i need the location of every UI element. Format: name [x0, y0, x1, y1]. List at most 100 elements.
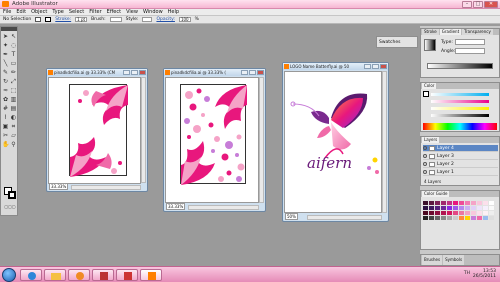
menu-help[interactable]: Help: [168, 9, 179, 15]
artboard-2[interactable]: [180, 84, 247, 185]
swatches-collapsed-panel[interactable]: Swatches: [376, 36, 418, 48]
graph-tool-icon[interactable]: ▥: [10, 96, 17, 103]
document-2-maximize-button[interactable]: [249, 70, 256, 75]
black-slider[interactable]: [431, 114, 489, 117]
crop-tool-icon[interactable]: ⌗: [10, 123, 17, 130]
gradient-type-dropdown[interactable]: [455, 39, 485, 45]
magic-wand-tool-icon[interactable]: ✦: [2, 42, 9, 49]
layer-row-2[interactable]: Layer 2: [423, 161, 498, 168]
document-2-canvas[interactable]: [165, 77, 259, 203]
document-1-canvas[interactable]: [48, 77, 141, 184]
document-2-title-bar[interactable]: pinadkdcfilia.ai @ 33.33% (: [164, 69, 265, 76]
cyan-slider[interactable]: [431, 93, 489, 96]
rotate-tool-icon[interactable]: ↻: [2, 78, 9, 85]
document-2-vertical-scrollbar[interactable]: [259, 77, 264, 203]
document-window-3[interactable]: LOGO Name Batterfly.ai @ 50 aifern 50%: [282, 62, 389, 222]
close-button[interactable]: ✕: [484, 1, 498, 8]
blend-tool-icon[interactable]: ◐: [10, 114, 17, 121]
layer-row-3[interactable]: Layer 3: [423, 153, 498, 160]
gradient-thumbnail[interactable]: [424, 39, 436, 51]
fill-swatch[interactable]: [35, 17, 42, 22]
taskbar-internet-explorer[interactable]: [20, 269, 42, 281]
symbol-sprayer-tool-icon[interactable]: ✿: [2, 96, 9, 103]
yellow-slider[interactable]: [431, 107, 489, 110]
maximize-button[interactable]: □: [473, 1, 483, 8]
opacity-field[interactable]: 100: [178, 17, 191, 22]
menu-object[interactable]: Object: [31, 9, 47, 15]
gradient-slider[interactable]: [427, 63, 493, 69]
document-2-minimize-button[interactable]: [241, 70, 248, 75]
document-3-zoom-level[interactable]: 50%: [285, 213, 298, 220]
color-guide-tab[interactable]: Color Guide: [422, 191, 450, 197]
stroke-swatch[interactable]: [45, 17, 52, 22]
magenta-slider[interactable]: [431, 100, 489, 103]
selection-tool-icon[interactable]: ➤: [2, 33, 9, 40]
document-2-horizontal-scrollbar[interactable]: [188, 205, 259, 210]
document-window-2[interactable]: pinadkdcfilia.ai @ 33.33% (33.33%: [163, 68, 266, 212]
swatches-tab[interactable]: Swatches: [379, 40, 401, 45]
taskbar-illustrator[interactable]: [140, 269, 162, 281]
menu-file[interactable]: File: [3, 9, 11, 15]
menu-effect[interactable]: Effect: [107, 9, 121, 15]
layer-row-1[interactable]: Layer 1: [423, 169, 498, 176]
document-1-close-button[interactable]: [139, 70, 146, 75]
gradient-tab[interactable]: Gradient: [439, 29, 462, 35]
document-1-title-bar[interactable]: pinadkdcfilia.ai @ 33.33% (CM: [47, 69, 147, 76]
slice-tool-icon[interactable]: ✂: [2, 132, 9, 139]
rectangle-tool-icon[interactable]: ▭: [10, 60, 17, 67]
stroke-color-box[interactable]: [8, 191, 16, 199]
document-1-vertical-scrollbar[interactable]: [141, 77, 146, 183]
transparency-tab[interactable]: Transparency: [462, 29, 493, 35]
gradient-tool-icon[interactable]: ▤: [10, 105, 17, 112]
mesh-tool-icon[interactable]: #: [2, 105, 9, 112]
style-dropdown[interactable]: [142, 17, 153, 22]
document-1-zoom-level[interactable]: 33.33%: [49, 183, 69, 190]
color-fill-swatch[interactable]: [423, 91, 429, 97]
pen-tool-icon[interactable]: ✒: [2, 51, 9, 58]
gradient-angle-field[interactable]: [455, 48, 485, 54]
menu-view[interactable]: View: [126, 9, 138, 15]
brushes-tab[interactable]: Brushes: [422, 255, 443, 265]
document-3-close-button[interactable]: [380, 64, 387, 69]
menu-type[interactable]: Type: [52, 9, 63, 15]
tools-panel-grip[interactable]: [1, 27, 17, 31]
document-3-vertical-scrollbar[interactable]: [382, 71, 387, 213]
stroke-weight-field[interactable]: 1 pt: [75, 17, 88, 22]
document-1-horizontal-scrollbar[interactable]: [71, 185, 141, 190]
brush-dropdown[interactable]: [109, 17, 122, 22]
visibility-eye-icon[interactable]: [423, 146, 427, 150]
hand-tool-icon[interactable]: ✋: [2, 141, 9, 148]
layers-tab[interactable]: Layers: [422, 137, 440, 143]
taskbar-media-player[interactable]: [68, 269, 90, 281]
eraser-tool-icon[interactable]: ▱: [10, 132, 17, 139]
menu-filter[interactable]: Filter: [89, 9, 101, 15]
language-indicator[interactable]: TH: [464, 271, 470, 276]
document-3-canvas[interactable]: aifern: [284, 71, 382, 213]
document-3-horizontal-scrollbar[interactable]: [307, 215, 382, 220]
clock-date[interactable]: 26/5/2011: [473, 274, 496, 279]
taskbar-file-explorer[interactable]: [44, 269, 66, 281]
visibility-eye-icon[interactable]: [423, 154, 427, 158]
visibility-eye-icon[interactable]: [423, 170, 427, 174]
menu-edit[interactable]: Edit: [16, 9, 26, 15]
document-window-1[interactable]: pinadkdcfilia.ai @ 33.33% (CM 33.33%: [46, 68, 148, 192]
color-spectrum-bar[interactable]: [423, 123, 497, 130]
color-tab[interactable]: Color: [422, 83, 437, 89]
menu-window[interactable]: Window: [143, 9, 163, 15]
document-3-minimize-button[interactable]: [364, 64, 371, 69]
warp-tool-icon[interactable]: ≈: [2, 87, 9, 94]
document-3-title-bar[interactable]: LOGO Name Batterfly.ai @ 50: [283, 63, 388, 70]
screen-mode-icon[interactable]: ▢▢▢: [3, 203, 17, 210]
stroke-tab[interactable]: Stroke: [422, 29, 439, 35]
document-1-minimize-button[interactable]: [123, 70, 130, 75]
taskbar-app-4[interactable]: [92, 269, 114, 281]
layer-row-4[interactable]: Layer 4: [423, 145, 498, 152]
document-3-maximize-button[interactable]: [372, 64, 379, 69]
menu-select[interactable]: Select: [69, 9, 84, 15]
start-button[interactable]: [2, 268, 16, 282]
symbols-tab[interactable]: Symbols: [443, 255, 465, 265]
paintbrush-tool-icon[interactable]: ✎: [2, 69, 9, 76]
taskbar-app-5[interactable]: [116, 269, 138, 281]
artboard-1[interactable]: [69, 84, 128, 177]
direct-selection-tool-icon[interactable]: ↖: [10, 33, 17, 40]
